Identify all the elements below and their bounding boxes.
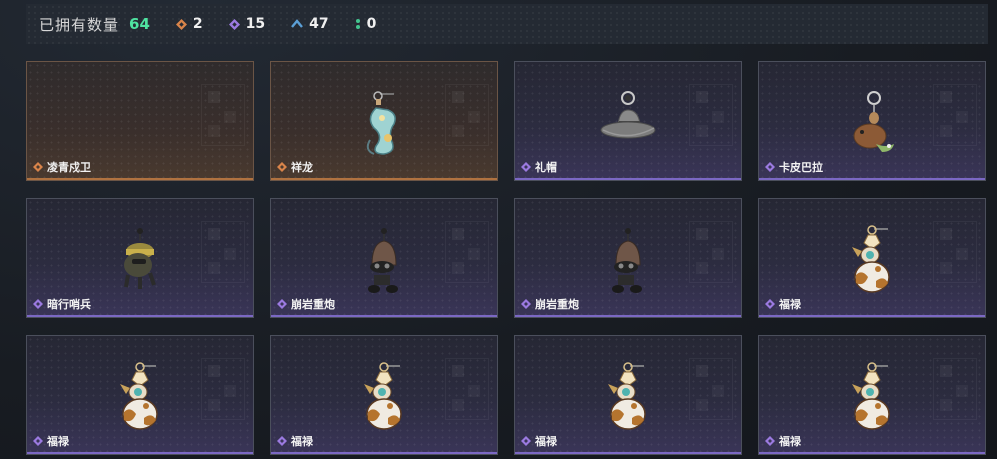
purple-diamond-icon bbox=[33, 436, 43, 446]
orange-diamond-icon bbox=[175, 18, 187, 30]
card-label: 福禄 bbox=[765, 296, 801, 312]
card-name: 卡皮巴拉 bbox=[779, 161, 823, 174]
charm-card[interactable]: 祥龙 bbox=[270, 61, 498, 181]
stat-orange: 2 bbox=[175, 16, 203, 32]
stat-blue: 47 bbox=[291, 16, 329, 32]
cannon-charm-image bbox=[368, 228, 398, 293]
sentinel-charm-image bbox=[124, 228, 156, 289]
card-label: 卡皮巴拉 bbox=[765, 159, 823, 175]
card-name: 福禄 bbox=[779, 435, 801, 448]
card-name: 祥龙 bbox=[291, 161, 313, 174]
orange-diamond-icon bbox=[33, 162, 43, 172]
rarity-line bbox=[271, 315, 497, 317]
charm-card[interactable]: 暗行哨兵 bbox=[26, 198, 254, 318]
rarity-line bbox=[759, 315, 985, 317]
card-decoration bbox=[445, 358, 489, 420]
rarity-line bbox=[27, 315, 253, 317]
stat-purple-value: 15 bbox=[245, 16, 266, 32]
card-name: 福禄 bbox=[535, 435, 557, 448]
card-label: 福禄 bbox=[765, 433, 801, 449]
owned-summary-bar: 已拥有数量 64 2 15 47 0 bbox=[26, 4, 988, 44]
owned-count: 64 bbox=[129, 15, 150, 33]
rarity-line bbox=[515, 452, 741, 454]
purple-diamond-icon bbox=[765, 299, 775, 309]
rarity-line bbox=[515, 315, 741, 317]
card-label: 福禄 bbox=[521, 433, 557, 449]
card-name: 福禄 bbox=[47, 435, 69, 448]
charm-card[interactable]: 福禄 bbox=[26, 335, 254, 455]
purple-diamond-icon bbox=[228, 18, 240, 30]
green-dots-icon bbox=[355, 19, 360, 29]
rarity-line bbox=[27, 452, 253, 454]
purple-diamond-icon bbox=[277, 436, 287, 446]
card-label: 暗行哨兵 bbox=[33, 296, 91, 312]
charm-grid: 凌青戍卫 祥龙 礼帽 卡皮巴拉 暗行哨兵 崩岩重炮 崩岩重炮 福禄 福禄 福禄 福禄 福禄 bbox=[26, 61, 986, 455]
gourd-charm-image bbox=[364, 362, 402, 430]
charm-card[interactable]: 福禄 bbox=[514, 335, 742, 455]
card-label: 祥龙 bbox=[277, 159, 313, 175]
charm-card[interactable]: 崩岩重炮 bbox=[514, 198, 742, 318]
stat-purple: 15 bbox=[228, 16, 266, 32]
cannon-charm-image bbox=[612, 228, 642, 293]
gourd-charm-image bbox=[120, 362, 158, 430]
rarity-line bbox=[759, 178, 985, 180]
blue-chevron-icon bbox=[291, 19, 304, 28]
card-decoration bbox=[689, 221, 733, 283]
purple-diamond-icon bbox=[521, 299, 531, 309]
card-name: 礼帽 bbox=[535, 161, 557, 174]
owned-label: 已拥有数量 bbox=[39, 15, 120, 34]
stat-orange-value: 2 bbox=[192, 16, 203, 32]
card-decoration bbox=[201, 358, 245, 420]
rarity-line bbox=[271, 178, 497, 180]
card-label: 礼帽 bbox=[521, 159, 557, 175]
charm-card[interactable]: 崩岩重炮 bbox=[270, 198, 498, 318]
card-name: 崩岩重炮 bbox=[291, 298, 335, 311]
card-name: 福禄 bbox=[779, 298, 801, 311]
card-label: 福禄 bbox=[277, 433, 313, 449]
purple-diamond-icon bbox=[33, 299, 43, 309]
rarity-line bbox=[27, 178, 253, 180]
gourd-charm-image bbox=[852, 362, 890, 430]
gourd-charm-image bbox=[608, 362, 646, 430]
card-name: 崩岩重炮 bbox=[535, 298, 579, 311]
card-decoration bbox=[933, 358, 977, 420]
orange-diamond-icon bbox=[277, 162, 287, 172]
card-label: 福禄 bbox=[33, 433, 69, 449]
card-name: 凌青戍卫 bbox=[47, 161, 91, 174]
card-decoration bbox=[445, 221, 489, 283]
charm-card[interactable]: 福禄 bbox=[758, 335, 986, 455]
card-label: 崩岩重炮 bbox=[521, 296, 579, 312]
charm-card[interactable]: 福禄 bbox=[270, 335, 498, 455]
hat-charm-image bbox=[600, 91, 656, 139]
rarity-line bbox=[271, 452, 497, 454]
card-decoration bbox=[689, 84, 733, 146]
rarity-line bbox=[515, 178, 741, 180]
card-label: 崩岩重炮 bbox=[277, 296, 335, 312]
card-decoration bbox=[933, 84, 977, 146]
rarity-line bbox=[759, 452, 985, 454]
card-decoration bbox=[445, 84, 489, 146]
stat-green: 0 bbox=[355, 16, 377, 32]
card-decoration bbox=[933, 221, 977, 283]
card-name: 暗行哨兵 bbox=[47, 298, 91, 311]
dragon-charm-image bbox=[366, 91, 396, 155]
card-decoration bbox=[689, 358, 733, 420]
card-name: 福禄 bbox=[291, 435, 313, 448]
card-decoration bbox=[201, 221, 245, 283]
gourd-charm-image bbox=[852, 225, 890, 293]
stat-green-value: 0 bbox=[366, 16, 377, 32]
charm-card[interactable]: 礼帽 bbox=[514, 61, 742, 181]
charm-card[interactable]: 卡皮巴拉 bbox=[758, 61, 986, 181]
purple-diamond-icon bbox=[765, 162, 775, 172]
card-label: 凌青戍卫 bbox=[33, 159, 91, 175]
purple-diamond-icon bbox=[765, 436, 775, 446]
charm-card[interactable]: 凌青戍卫 bbox=[26, 61, 254, 181]
purple-diamond-icon bbox=[277, 299, 287, 309]
charm-card[interactable]: 福禄 bbox=[758, 198, 986, 318]
purple-diamond-icon bbox=[521, 436, 531, 446]
card-decoration bbox=[201, 84, 245, 146]
stat-blue-value: 47 bbox=[309, 16, 329, 32]
purple-diamond-icon bbox=[521, 162, 531, 172]
capybara-charm-image bbox=[853, 91, 894, 152]
